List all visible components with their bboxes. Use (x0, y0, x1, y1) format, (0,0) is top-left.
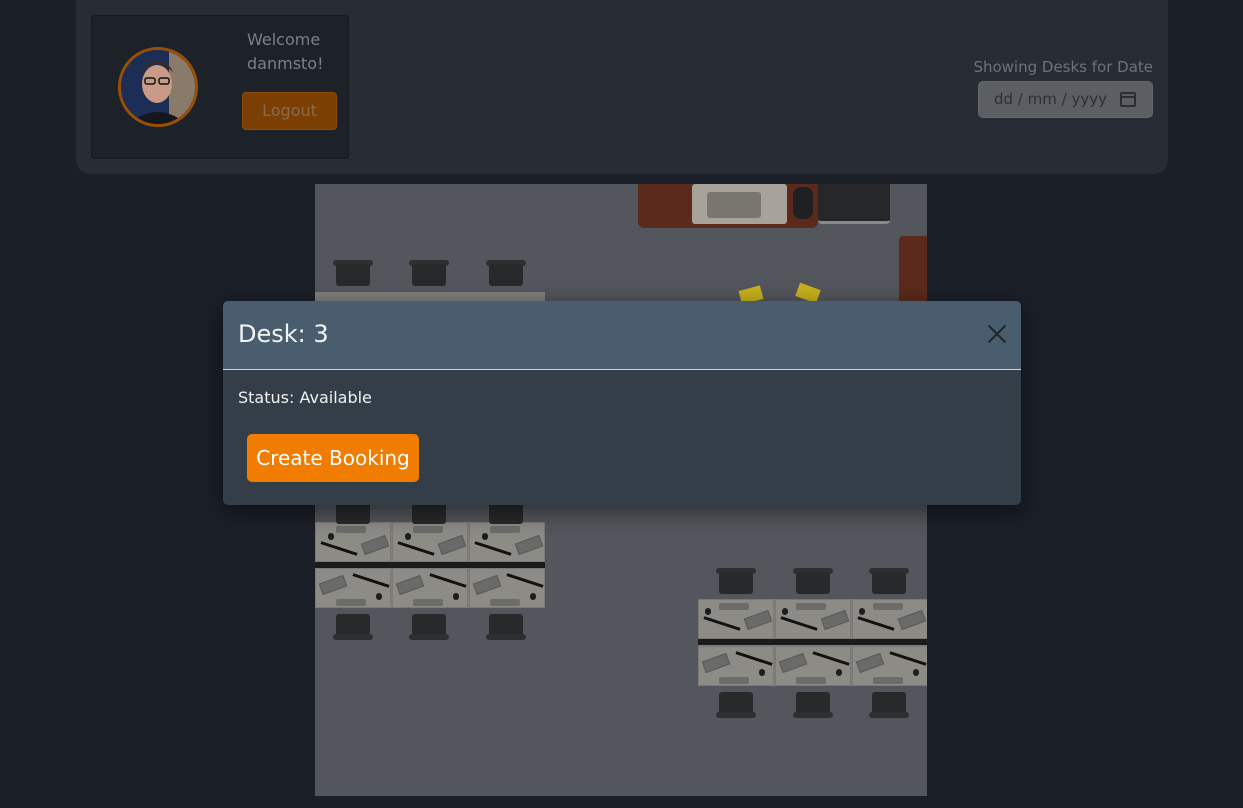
modal-header: Desk: 3 (223, 301, 1021, 370)
desk-modal: Desk: 3 Status: Available Create Booking (223, 301, 1021, 505)
modal-title: Desk: 3 (238, 320, 329, 348)
create-booking-button[interactable]: Create Booking (247, 434, 419, 482)
desk-status: Status: Available (238, 388, 372, 407)
close-icon[interactable] (987, 324, 1007, 344)
